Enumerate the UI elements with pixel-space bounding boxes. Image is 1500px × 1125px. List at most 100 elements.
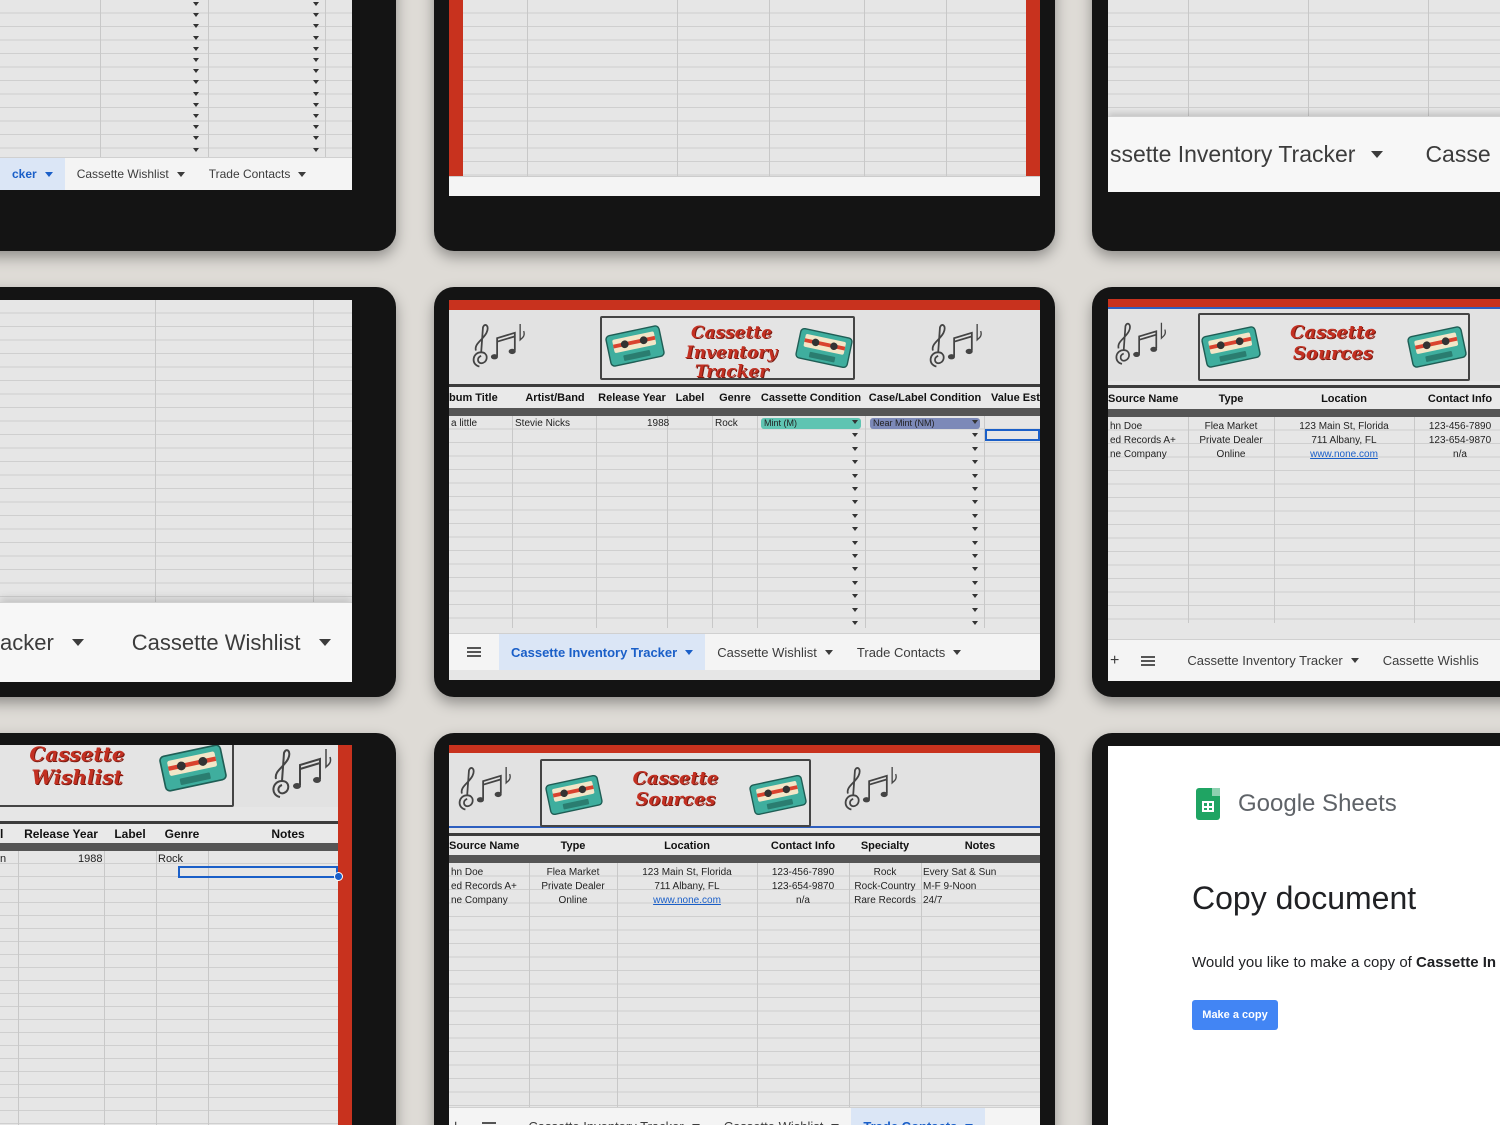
dropdown-arrow-icon[interactable] [313, 35, 319, 40]
dropdown-arrow-icon[interactable] [193, 69, 199, 74]
table-cell[interactable]: hn Doe [451, 867, 483, 878]
dropdown-arrow-icon[interactable] [193, 13, 199, 18]
cell-genre[interactable]: Rock [158, 853, 183, 865]
table-cell[interactable]: ne Company [451, 895, 508, 906]
table-cell[interactable]: Flea Market [529, 867, 617, 878]
table-cell[interactable]: Flea Market [1188, 421, 1274, 432]
dropdown-arrow-icon[interactable] [193, 102, 199, 107]
dropdown-arrow-icon[interactable] [852, 527, 858, 532]
dropdown-arrow-icon[interactable] [193, 58, 199, 62]
cell-artist[interactable]: Stevie Nicks [515, 418, 570, 429]
dropdown-arrow-icon[interactable] [972, 460, 978, 465]
dropdown-arrow-icon[interactable] [852, 554, 858, 558]
table-cell[interactable]: Online [1188, 449, 1274, 460]
tab-next[interactable]: Casse [1395, 117, 1500, 192]
tab-inventory[interactable]: acker [0, 603, 96, 682]
dropdown-arrow-icon[interactable] [852, 487, 858, 491]
all-sheets-icon[interactable] [482, 1121, 497, 1125]
dropdown-arrow-icon[interactable] [193, 46, 199, 51]
dropdown-arrow-icon[interactable] [313, 114, 319, 118]
table-cell[interactable]: 123-456-7890 [757, 867, 849, 878]
table-cell[interactable]: ed Records A+ [451, 881, 517, 892]
table-cell[interactable]: 123 Main St, Florida [1274, 421, 1414, 432]
dropdown-arrow-icon[interactable] [972, 473, 978, 478]
table-cell[interactable]: 123-654-9870 [1414, 435, 1500, 446]
dropdown-arrow-icon[interactable] [972, 433, 978, 438]
dropdown-arrow-icon[interactable] [972, 527, 978, 532]
tab-trade[interactable]: Trade Contacts [851, 1108, 986, 1125]
dropdown-arrow-icon[interactable] [852, 607, 858, 612]
dropdown-arrow-icon[interactable] [852, 460, 858, 465]
tab-wishlist[interactable]: Cassette Wishlist [96, 603, 343, 682]
dropdown-arrow-icon[interactable] [852, 420, 858, 424]
dropdown-arrow-icon[interactable] [972, 580, 978, 585]
table-cell[interactable]: hn Doe [1110, 421, 1142, 432]
cassette-condition-dropdown[interactable]: Mint (M) [761, 418, 861, 429]
dropdown-arrow-icon[interactable] [972, 540, 978, 545]
tab-inventory[interactable]: Cassette Inventory Tracker [499, 634, 706, 670]
dropdown-arrow-icon[interactable] [313, 136, 319, 141]
dropdown-arrow-icon[interactable] [972, 594, 978, 599]
cell-year[interactable]: 1988 [647, 418, 669, 429]
dropdown-arrow-icon[interactable] [972, 513, 978, 518]
dropdown-arrow-icon[interactable] [193, 24, 199, 29]
dropdown-arrow-icon[interactable] [313, 80, 319, 85]
table-cell[interactable]: Rock [849, 867, 921, 878]
dropdown-arrow-icon[interactable] [313, 24, 319, 29]
table-cell[interactable]: n/a [1414, 449, 1500, 460]
dropdown-arrow-icon[interactable] [852, 621, 858, 625]
table-cell[interactable]: 711 Albany, FL [1274, 435, 1414, 446]
dropdown-arrow-icon[interactable] [852, 540, 858, 545]
table-cell[interactable]: Rock-Country [849, 881, 921, 892]
tab-wishlist[interactable]: Cassette Wishlist [65, 158, 197, 190]
dropdown-arrow-icon[interactable] [972, 607, 978, 612]
table-cell[interactable]: Private Dealer [529, 881, 617, 892]
tab-trade[interactable]: Trade Contacts [197, 158, 319, 190]
dropdown-arrows[interactable] [852, 420, 860, 630]
selected-cell[interactable] [985, 429, 1040, 441]
table-cell[interactable]: M-F 9-Noon [923, 881, 976, 892]
dropdown-arrow-icon[interactable] [313, 91, 319, 96]
dropdown-arrows[interactable] [972, 420, 980, 630]
table-cell[interactable]: 711 Albany, FL [617, 881, 757, 892]
make-copy-button[interactable]: Make a copy [1192, 1000, 1278, 1030]
dropdown-arrow-icon[interactable] [972, 621, 978, 625]
dropdown-arrow-icon[interactable] [852, 473, 858, 478]
cell-genre[interactable]: Rock [715, 418, 738, 429]
dropdown-arrow-icon[interactable] [193, 35, 199, 40]
dropdown-arrow-icon[interactable] [972, 554, 978, 558]
dropdown-arrow-icon[interactable] [193, 147, 199, 152]
table-cell[interactable]: www.none.com [617, 895, 757, 906]
dropdown-arrow-icon[interactable] [972, 446, 978, 451]
dropdown-arrow-icon[interactable] [313, 58, 319, 62]
dropdown-arrow-icon[interactable] [852, 567, 858, 572]
table-cell[interactable]: Rare Records [849, 895, 921, 906]
fill-handle[interactable] [334, 872, 343, 881]
dropdown-arrow-icon[interactable] [193, 136, 199, 141]
dropdown-arrow-icon[interactable] [852, 500, 858, 505]
dropdown-arrow-icon[interactable] [972, 500, 978, 505]
tab-trade[interactable]: Trade Contacts [845, 634, 973, 670]
tab-inventory[interactable]: ssette Inventory Tracker [1108, 117, 1395, 192]
table-cell[interactable]: 24/7 [923, 895, 942, 906]
dropdown-arrow-icon[interactable] [193, 80, 199, 85]
dropdown-arrow-icon[interactable] [972, 487, 978, 491]
table-cell[interactable]: 123-456-7890 [1414, 421, 1500, 432]
table-cell[interactable]: www.none.com [1274, 449, 1414, 460]
all-sheets-icon[interactable] [467, 647, 481, 657]
dropdown-arrow-icon[interactable] [313, 147, 319, 152]
selected-cell[interactable] [178, 866, 338, 878]
table-cell[interactable]: 123 Main St, Florida [617, 867, 757, 878]
dropdown-arrow-icon[interactable] [313, 46, 319, 51]
dropdown-arrow-icon[interactable] [972, 420, 978, 424]
table-cell[interactable]: Every Sat & Sun [923, 867, 996, 878]
table-cell[interactable]: Private Dealer [1188, 435, 1274, 446]
dropdown-arrow-icon[interactable] [193, 114, 199, 118]
dropdown-arrow-icon[interactable] [313, 2, 319, 6]
dropdown-arrow-icon[interactable] [852, 433, 858, 438]
dropdown-arrow-icon[interactable] [852, 594, 858, 599]
tab-inventory[interactable]: cker [0, 158, 65, 190]
dropdown-arrow-icon[interactable] [313, 125, 319, 130]
table-cell[interactable]: n/a [757, 895, 849, 906]
dropdown-arrow-icon[interactable] [313, 102, 319, 107]
